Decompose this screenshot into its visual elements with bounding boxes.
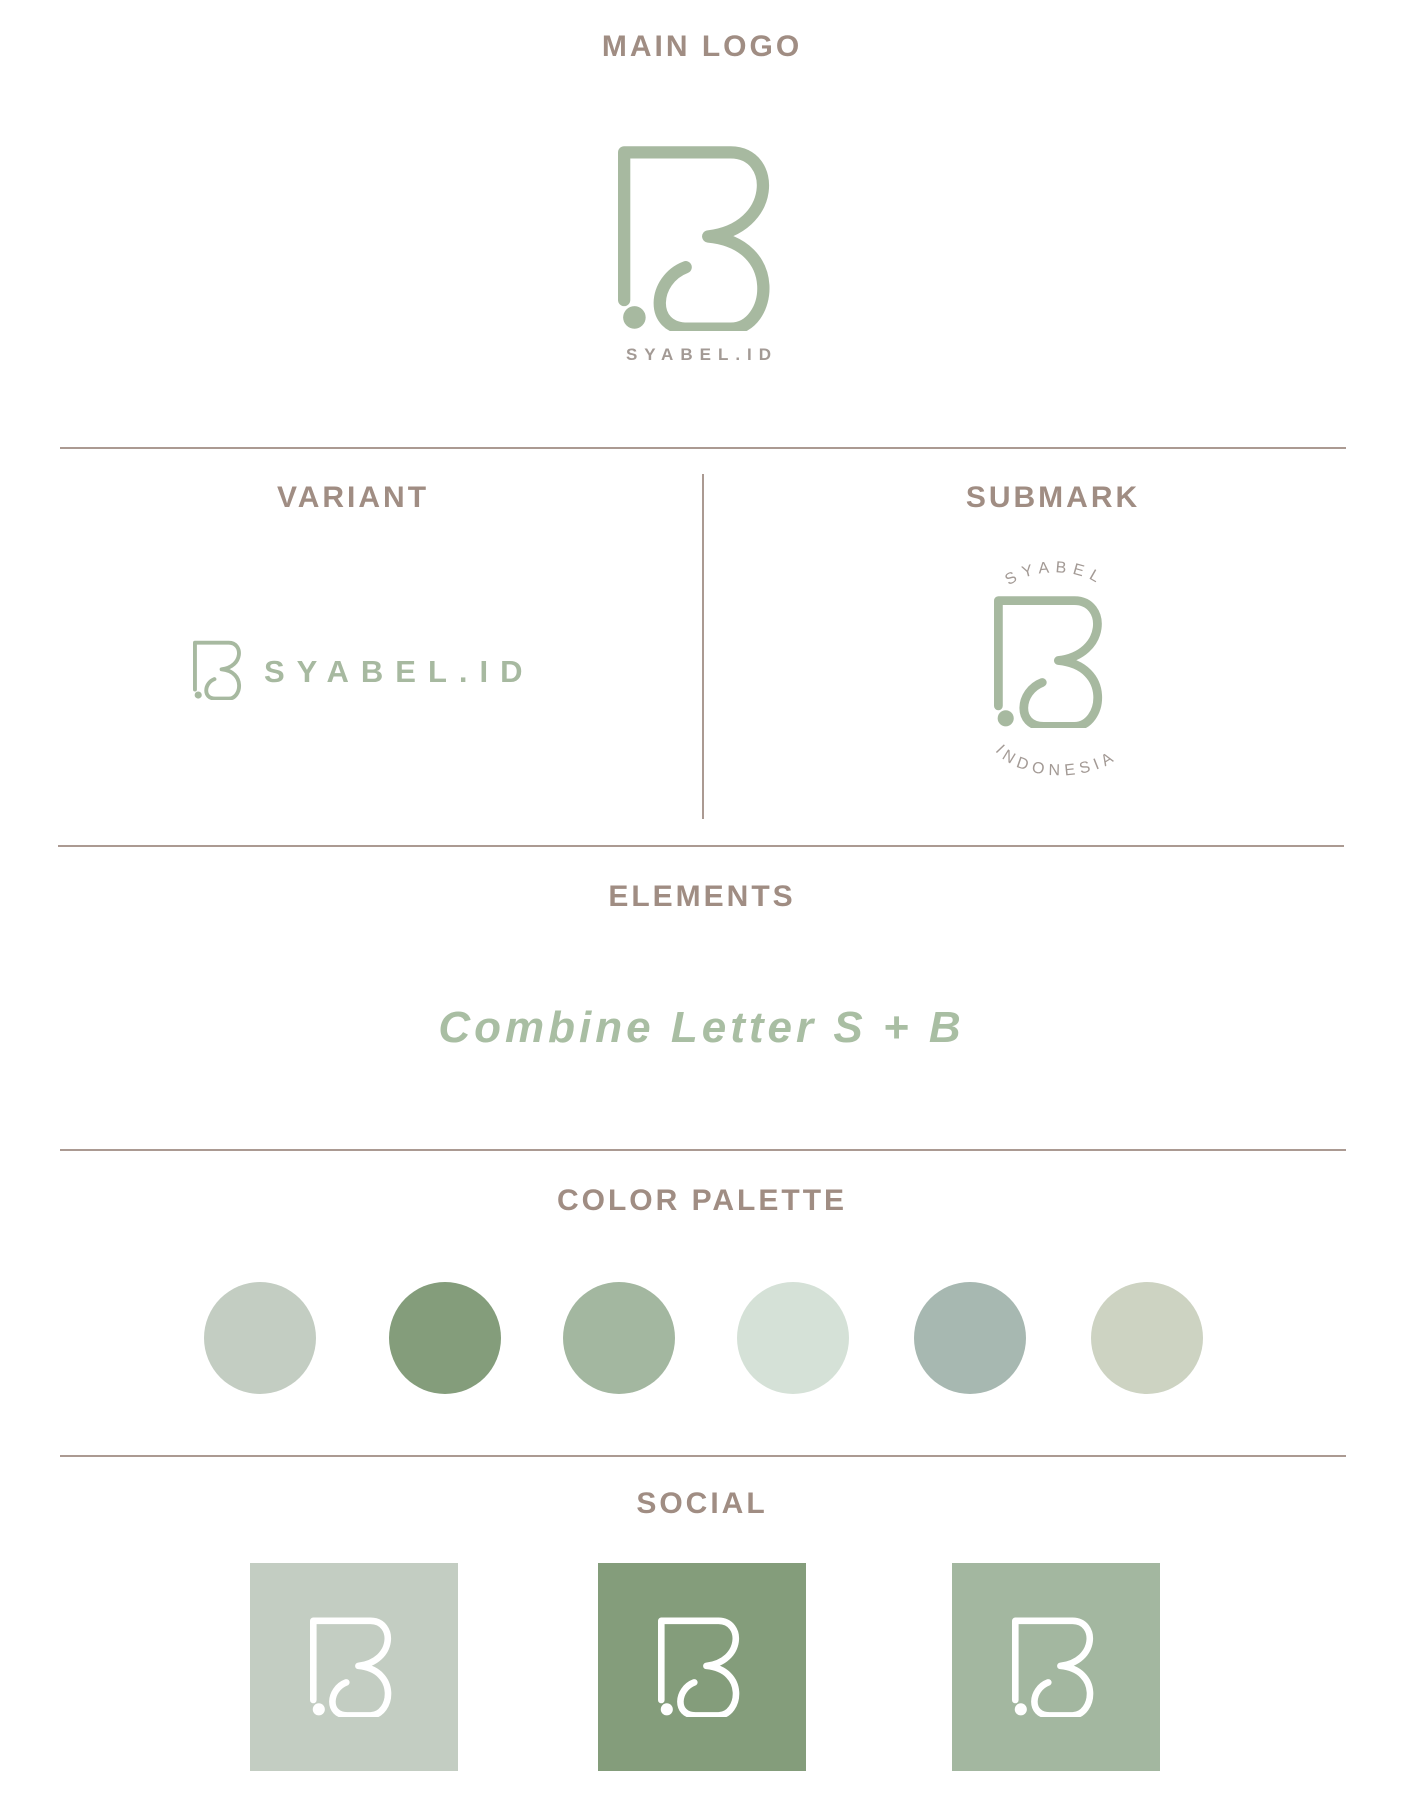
main-logo-tagline: SYABEL.ID xyxy=(625,345,779,364)
divider-1 xyxy=(60,447,1346,449)
sb-logo-icon xyxy=(1012,1617,1100,1717)
color-swatch-3 xyxy=(563,1282,675,1394)
divider-3 xyxy=(60,1149,1346,1151)
color-swatch-1 xyxy=(204,1282,316,1394)
variant-wordmark: SYABEL.ID xyxy=(264,654,535,689)
color-swatch-2 xyxy=(389,1282,501,1394)
main-logo-heading: MAIN LOGO xyxy=(601,30,803,63)
elements-heading: ELEMENTS xyxy=(608,880,796,913)
color-swatch-5 xyxy=(914,1282,1026,1394)
main-logo-icon xyxy=(618,146,782,331)
color-palette-heading: COLOR PALETTE xyxy=(556,1184,848,1217)
svg-text:SYABEL: SYABEL xyxy=(1002,559,1107,589)
sb-logo-icon xyxy=(658,1617,746,1717)
social-tile-2 xyxy=(598,1563,806,1771)
submark-heading: SUBMARK xyxy=(965,481,1141,514)
variant-heading: VARIANT xyxy=(276,481,430,514)
submark-badge: SYABEL INDONESIA xyxy=(992,559,1120,780)
divider-2 xyxy=(58,845,1344,847)
vertical-divider xyxy=(702,474,704,819)
sb-logo-icon xyxy=(310,1617,398,1717)
social-tile-1 xyxy=(250,1563,458,1771)
color-swatch-6 xyxy=(1091,1282,1203,1394)
social-tile-3 xyxy=(952,1563,1160,1771)
svg-text:INDONESIA: INDONESIA xyxy=(992,742,1120,780)
variant-logo-icon xyxy=(193,640,245,700)
social-heading: SOCIAL xyxy=(636,1487,768,1520)
divider-4 xyxy=(60,1455,1346,1457)
color-swatch-4 xyxy=(737,1282,849,1394)
elements-description: Combine Letter S + B xyxy=(438,1003,965,1052)
